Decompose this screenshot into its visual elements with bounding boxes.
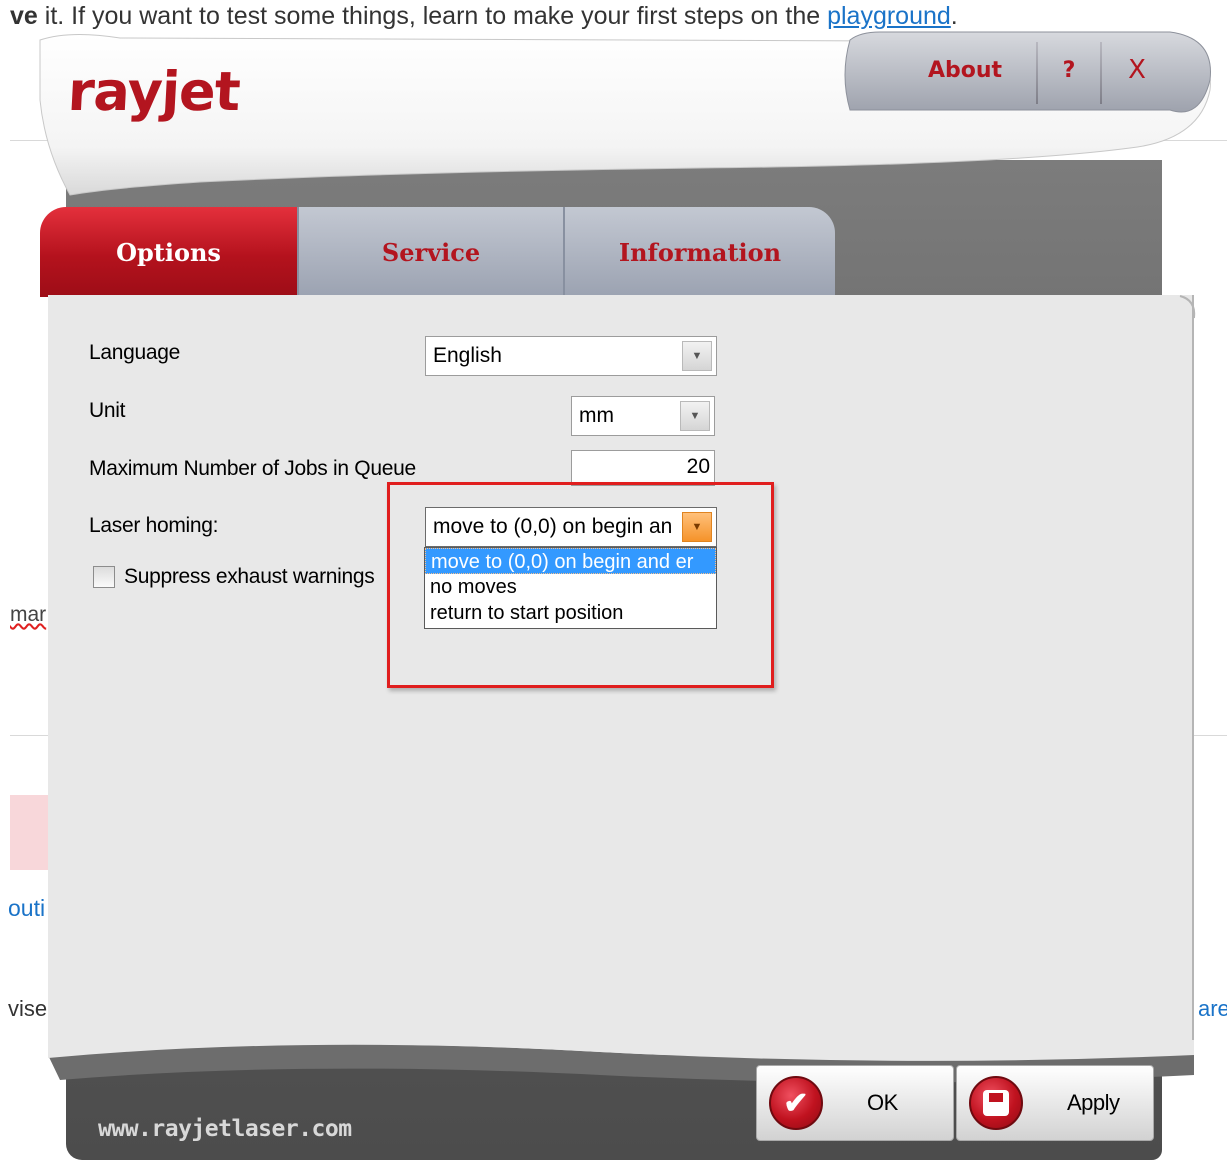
language-label: Language bbox=[89, 341, 181, 364]
unit-select[interactable]: mm ▼ bbox=[571, 396, 715, 436]
suppress-exhaust-checkbox[interactable] bbox=[93, 566, 115, 588]
max-jobs-input[interactable]: 20 bbox=[571, 450, 715, 486]
annotation-highlight-box bbox=[387, 482, 774, 688]
chevron-down-icon[interactable]: ▼ bbox=[682, 341, 712, 371]
unit-label: Unit bbox=[89, 399, 126, 422]
suppress-exhaust-label: Suppress exhaust warnings bbox=[124, 565, 375, 588]
language-select-value: English bbox=[433, 344, 502, 367]
max-jobs-label: Maximum Number of Jobs in Queue bbox=[89, 457, 416, 480]
save-disk-icon bbox=[969, 1076, 1023, 1130]
ok-button[interactable]: ✔ OK bbox=[756, 1065, 954, 1141]
ok-button-label: OK bbox=[867, 1090, 898, 1115]
footer-url: www.rayjetlaser.com bbox=[98, 1116, 352, 1142]
apply-button[interactable]: Apply bbox=[956, 1065, 1154, 1141]
chevron-down-icon[interactable]: ▼ bbox=[680, 401, 710, 431]
apply-button-label: Apply bbox=[1067, 1090, 1120, 1115]
laser-homing-label: Laser homing: bbox=[89, 514, 219, 537]
checkmark-icon: ✔ bbox=[769, 1076, 823, 1130]
unit-select-value: mm bbox=[579, 404, 614, 427]
language-select[interactable]: English ▼ bbox=[425, 336, 717, 376]
